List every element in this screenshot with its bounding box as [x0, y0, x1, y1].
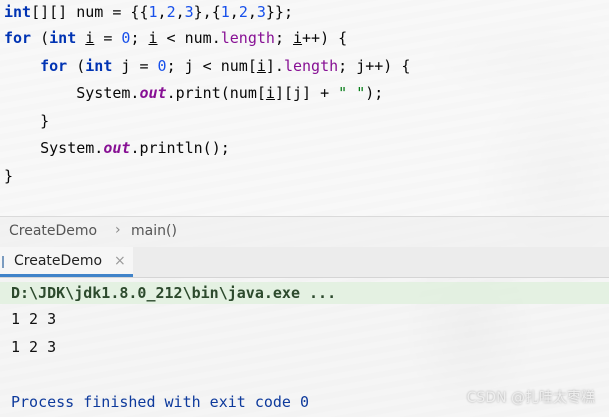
code-token: int: [49, 29, 77, 47]
code-token: =: [94, 29, 122, 47]
code-token: i: [265, 84, 275, 102]
breadcrumb: CreateDemo › main(): [0, 216, 609, 247]
code-token: ; j < num[: [166, 57, 257, 75]
code-token: }: [4, 167, 14, 185]
code-token: int: [4, 3, 32, 21]
code-line-5[interactable]: }: [4, 110, 49, 132]
code-token: length: [220, 29, 275, 47]
code-token: }};: [265, 3, 293, 21]
code-line-2[interactable]: for (int i = 0; i < num.length; i++) {: [4, 27, 347, 49]
console-exit-message: Process finished with exit code 0: [11, 393, 310, 411]
code-token: out: [103, 139, 131, 157]
code-token: (: [67, 57, 86, 75]
code-token: j =: [112, 57, 158, 75]
code-line-1[interactable]: int[][] num = {{1,2,3},{1,2,3}};: [4, 1, 293, 23]
breadcrumb-class[interactable]: CreateDemo: [9, 223, 97, 239]
code-token: },{: [193, 3, 221, 21]
breadcrumb-method[interactable]: main(): [131, 223, 177, 239]
chevron-right-icon: ›: [115, 222, 121, 238]
code-token: [][] num = {{: [31, 3, 149, 21]
code-token: ,: [229, 3, 239, 21]
code-token: }: [4, 112, 50, 130]
run-config-icon: [2, 256, 10, 268]
code-token: int: [85, 57, 113, 75]
code-token: 2: [166, 3, 176, 21]
code-token: ,: [157, 3, 167, 21]
code-token: for: [4, 29, 32, 47]
console-output-line-1: 1 2 3: [11, 310, 57, 328]
tab-label: CreateDemo: [14, 253, 103, 269]
code-editor[interactable]: int[][] num = {{1,2,3},{1,2,3}}; for (in…: [0, 0, 609, 216]
code-token: System.: [4, 84, 140, 102]
code-token: 0: [157, 57, 167, 75]
code-token: for: [40, 57, 68, 75]
code-token: 3: [256, 3, 266, 21]
code-token: 2: [238, 3, 248, 21]
code-token: < num.: [157, 29, 221, 47]
code-token: ,: [247, 3, 257, 21]
code-token: " ": [338, 84, 366, 102]
code-token: ].: [265, 57, 284, 75]
code-token: ++) {: [302, 29, 348, 47]
code-token: 3: [184, 3, 194, 21]
watermark: CSDN @扎哇太枣糕: [466, 390, 595, 406]
tab-createdemo[interactable]: CreateDemo ×: [0, 247, 133, 277]
code-token: ; j++) {: [338, 57, 411, 75]
code-line-3[interactable]: for (int j = 0; j < num[i].length; j++) …: [4, 55, 410, 77]
code-token: 1: [148, 3, 158, 21]
code-line-6[interactable]: System.out.println();: [4, 137, 230, 159]
code-token: System.: [4, 139, 104, 157]
code-token: i: [256, 57, 266, 75]
code-token: i: [85, 29, 95, 47]
code-token: ][j] +: [274, 84, 339, 102]
code-line-7[interactable]: }: [4, 165, 13, 187]
code-token: (: [31, 29, 50, 47]
console-command-line: D:\JDK\jdk1.8.0_212\bin\java.exe ...: [0, 282, 609, 304]
code-token: ;: [130, 29, 149, 47]
code-token: i: [148, 29, 158, 47]
code-token: ,: [175, 3, 185, 21]
code-token: out: [139, 84, 167, 102]
code-token: .print(num[: [166, 84, 266, 102]
close-icon[interactable]: ×: [114, 253, 126, 269]
code-token: 1: [220, 3, 230, 21]
code-token: ;: [274, 29, 293, 47]
code-token: .println();: [130, 139, 230, 157]
console-output-line-2: 1 2 3: [11, 338, 57, 356]
code-line-4[interactable]: System.out.print(num[i][j] + " ");: [4, 82, 383, 104]
code-token: length: [283, 57, 339, 75]
run-tool-window-tabs: CreateDemo ×: [0, 247, 609, 278]
code-token: i: [293, 29, 303, 47]
code-token: );: [365, 84, 384, 102]
